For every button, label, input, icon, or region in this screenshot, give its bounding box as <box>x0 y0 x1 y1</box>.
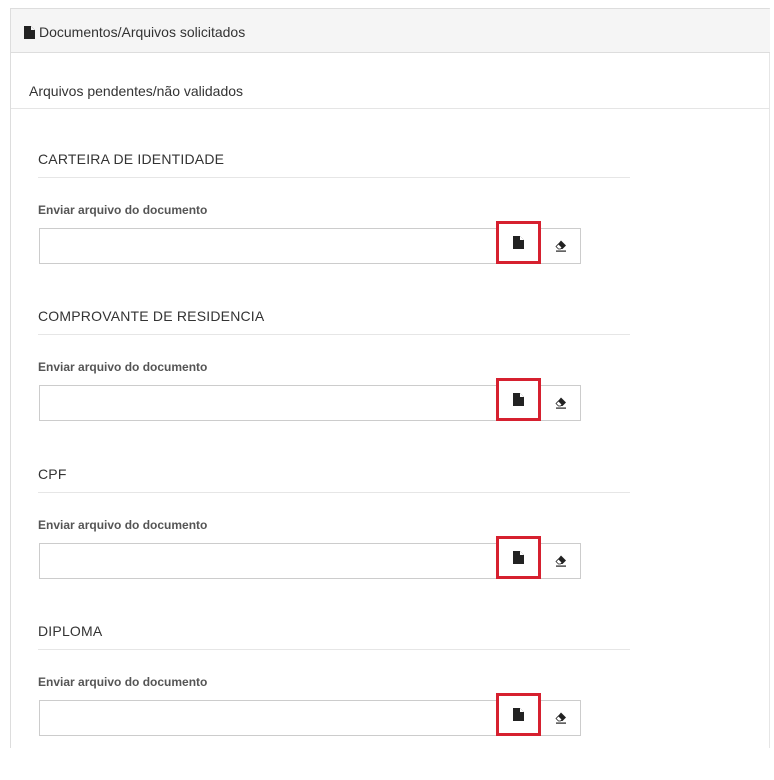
document-title: COMPROVANTE DE RESIDENCIA <box>38 308 265 324</box>
field-label: Enviar arquivo do documento <box>38 675 208 689</box>
file-path-input[interactable] <box>39 385 498 421</box>
eraser-icon <box>554 712 567 724</box>
select-file-button[interactable] <box>496 221 541 264</box>
select-file-button[interactable] <box>496 693 541 736</box>
documents-panel: Documentos/Arquivos solicitados Arquivos… <box>10 8 770 748</box>
panel-title: Documentos/Arquivos solicitados <box>39 24 246 40</box>
panel-heading: Documentos/Arquivos solicitados <box>11 9 770 53</box>
field-label: Enviar arquivo do documento <box>38 518 208 532</box>
clear-file-button[interactable] <box>541 385 581 421</box>
document-section-cpf: CPF Enviar arquivo do documento <box>11 465 771 623</box>
file-path-input[interactable] <box>39 543 498 579</box>
field-label: Enviar arquivo do documento <box>38 203 208 217</box>
file-path-input[interactable] <box>39 700 498 736</box>
document-title: DIPLOMA <box>38 623 103 639</box>
file-icon <box>513 393 524 406</box>
select-file-button[interactable] <box>496 536 541 579</box>
file-icon <box>513 708 524 721</box>
document-title: CARTEIRA DE IDENTIDADE <box>38 151 225 167</box>
file-path-input[interactable] <box>39 228 498 264</box>
document-section-diploma: DIPLOMA Enviar arquivo do documento <box>11 622 771 780</box>
file-icon <box>513 551 524 564</box>
document-title: CPF <box>38 466 67 482</box>
divider <box>38 177 630 178</box>
field-label: Enviar arquivo do documento <box>38 360 208 374</box>
eraser-icon <box>554 240 567 252</box>
file-icon <box>24 26 35 39</box>
select-file-button[interactable] <box>496 378 541 421</box>
document-section-residencia: COMPROVANTE DE RESIDENCIA Enviar arquivo… <box>11 307 771 465</box>
eraser-icon <box>554 397 567 409</box>
clear-file-button[interactable] <box>541 543 581 579</box>
eraser-icon <box>554 555 567 567</box>
pending-files-label: Arquivos pendentes/não validados <box>29 83 244 99</box>
clear-file-button[interactable] <box>541 228 581 264</box>
divider <box>38 334 630 335</box>
document-section-identidade: CARTEIRA DE IDENTIDADE Enviar arquivo do… <box>11 150 771 308</box>
pending-files-heading: Arquivos pendentes/não validados <box>11 53 770 109</box>
file-icon <box>513 236 524 249</box>
divider <box>38 649 630 650</box>
divider <box>38 492 630 493</box>
clear-file-button[interactable] <box>541 700 581 736</box>
